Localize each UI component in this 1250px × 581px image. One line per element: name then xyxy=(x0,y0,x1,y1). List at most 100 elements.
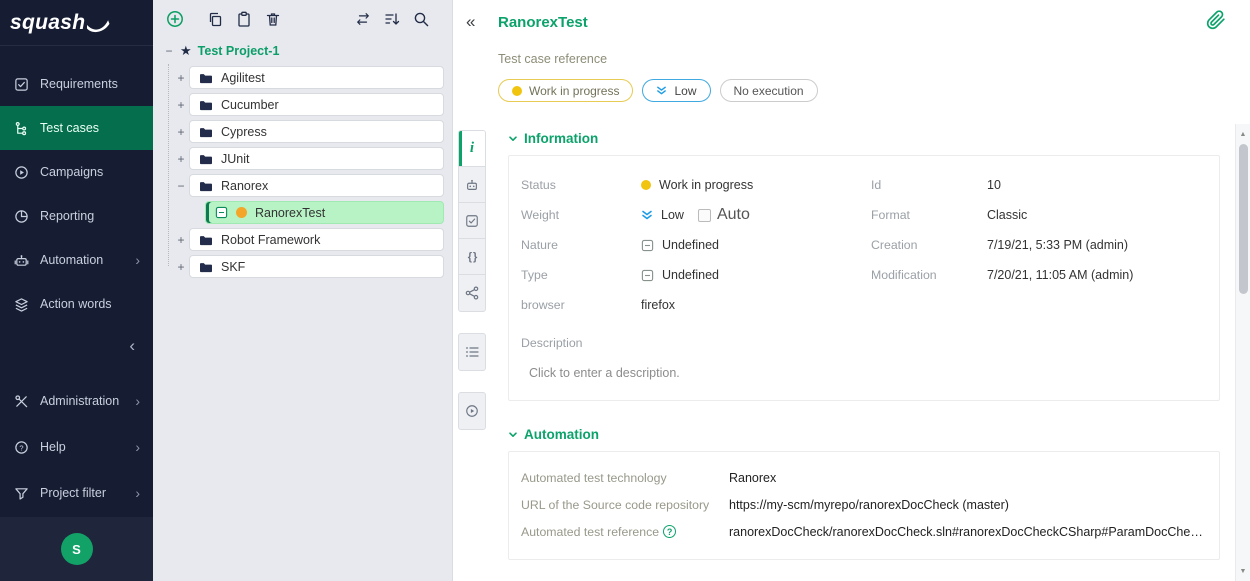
user-avatar[interactable]: S xyxy=(61,533,93,565)
scm-url-value[interactable]: https://my-scm/myrepo/ranorexDocCheck (m… xyxy=(729,498,1009,512)
information-card: Status Work in progress Weight xyxy=(508,155,1220,401)
square-minus-icon xyxy=(641,239,654,252)
folder-icon xyxy=(199,261,213,273)
status-value[interactable]: Work in progress xyxy=(641,178,753,192)
sort-icon[interactable] xyxy=(382,9,402,29)
tree-node-label: RanorexTest xyxy=(255,206,325,220)
tab-verification[interactable] xyxy=(459,203,485,239)
execution-pill[interactable]: No execution xyxy=(720,79,818,102)
sidebar-item-administration[interactable]: Administration › xyxy=(0,378,153,424)
tree-node-junit[interactable]: JUnit xyxy=(189,147,444,170)
swap-arrows-icon[interactable] xyxy=(353,9,373,29)
tree-node-cypress[interactable]: Cypress xyxy=(189,120,444,143)
star-icon: ★ xyxy=(180,43,192,59)
tree-root-project[interactable]: − ★ Test Project-1 xyxy=(153,38,452,64)
delete-icon[interactable] xyxy=(263,9,283,29)
checkbox-icon[interactable] xyxy=(698,209,711,222)
field-modification: Modification 7/20/21, 11:05 AM (admin) xyxy=(871,260,1207,290)
sidebar-item-reporting[interactable]: Reporting xyxy=(0,194,153,238)
sidebar-item-label: Test cases xyxy=(40,121,99,135)
tree-node-ranorextest-selected[interactable]: RanorexTest xyxy=(205,201,444,224)
sidebar-item-project-filter[interactable]: Project filter › xyxy=(0,470,153,516)
field-test-reference: Automated test reference ? ranorexDocChe… xyxy=(521,518,1207,545)
weight-chevrons-icon xyxy=(641,209,653,221)
list-icon xyxy=(465,345,479,359)
help-question-icon[interactable]: ? xyxy=(663,525,676,538)
sidebar-item-campaigns[interactable]: Campaigns xyxy=(0,150,153,194)
anchor-tabstrip: i { } xyxy=(458,130,486,451)
sidebar-item-label: Campaigns xyxy=(40,165,103,179)
vertical-scrollbar[interactable]: ▲ ▼ xyxy=(1235,124,1250,581)
description-editor[interactable]: Click to enter a description. xyxy=(529,366,1207,380)
attachments-paperclip-icon[interactable] xyxy=(1206,9,1226,31)
tab-parameters[interactable]: { } xyxy=(459,239,485,275)
copy-icon[interactable] xyxy=(205,9,225,29)
chevron-right-icon: › xyxy=(135,252,140,268)
scrollbar-thumb[interactable] xyxy=(1239,144,1248,294)
automation-robot-icon xyxy=(13,252,29,268)
browser-value[interactable]: firefox xyxy=(641,298,675,312)
app-logo[interactable]: squash xyxy=(0,0,153,46)
tree-node-label: Cucumber xyxy=(221,98,279,112)
sidebar-item-test-cases[interactable]: Test cases xyxy=(0,106,153,150)
test-case-icon xyxy=(215,206,228,219)
weight-auto-checkbox[interactable]: Auto xyxy=(698,206,750,224)
tab-automation[interactable] xyxy=(459,167,485,203)
automation-card: Automated test technology Ranorex URL of… xyxy=(508,451,1220,560)
expand-icon[interactable]: + xyxy=(173,152,189,166)
tree-node-agilitest[interactable]: Agilitest xyxy=(189,66,444,89)
weight-value[interactable]: Low xyxy=(641,208,684,222)
tree-node-label: Cypress xyxy=(221,125,267,139)
paste-icon[interactable] xyxy=(234,9,254,29)
tab-information[interactable]: i xyxy=(459,131,485,167)
nature-value[interactable]: Undefined xyxy=(641,238,719,252)
sidebar-collapse-button[interactable]: ‹ xyxy=(0,326,153,366)
tab-links[interactable] xyxy=(459,275,485,311)
information-section-header[interactable]: Information xyxy=(508,131,1220,146)
type-value[interactable]: Undefined xyxy=(641,268,719,282)
collapse-expander[interactable]: − xyxy=(161,44,177,58)
sidebar-bottom-group: Administration › ? Help › Project filter… xyxy=(0,378,153,516)
collapse-expander[interactable]: − xyxy=(173,179,189,193)
tab-executions[interactable] xyxy=(459,393,485,429)
tree-node-robot-framework[interactable]: Robot Framework xyxy=(189,228,444,251)
collapse-panel-button[interactable]: « xyxy=(466,12,475,32)
field-creation: Creation 7/19/21, 5:33 PM (admin) xyxy=(871,230,1207,260)
expand-icon[interactable]: + xyxy=(173,233,189,247)
tree-row: + Cypress xyxy=(153,118,452,145)
tree-node-cucumber[interactable]: Cucumber xyxy=(189,93,444,116)
chevron-down-icon xyxy=(508,430,518,440)
sidebar-footer: S xyxy=(0,517,153,581)
expand-icon[interactable]: + xyxy=(173,71,189,85)
add-icon[interactable] xyxy=(165,9,185,29)
tree-node-skf[interactable]: SKF xyxy=(189,255,444,278)
status-pill[interactable]: Work in progress xyxy=(498,79,633,102)
expand-icon[interactable]: + xyxy=(173,98,189,112)
automation-section-header[interactable]: Automation xyxy=(508,427,1220,442)
robot-icon xyxy=(465,178,479,192)
test-technology-value[interactable]: Ranorex xyxy=(729,471,776,485)
search-icon[interactable] xyxy=(411,9,431,29)
expand-icon[interactable]: + xyxy=(173,125,189,139)
detail-sections: Information Status Work in progress xyxy=(508,131,1220,560)
tab-steps[interactable] xyxy=(459,334,485,370)
tree-node-label: SKF xyxy=(221,260,245,274)
sidebar-item-help[interactable]: ? Help › xyxy=(0,424,153,470)
format-value: Classic xyxy=(987,208,1027,222)
field-label: Format xyxy=(871,208,987,222)
sidebar-item-action-words[interactable]: Action words xyxy=(0,282,153,326)
field-browser: browser firefox xyxy=(521,290,871,320)
tree-node-ranorex[interactable]: Ranorex xyxy=(189,174,444,197)
page-subtitle: Test case reference xyxy=(498,52,607,66)
scroll-up-arrow[interactable]: ▲ xyxy=(1236,127,1250,141)
test-reference-value[interactable]: ranorexDocCheck/ranorexDocCheck.sln#rano… xyxy=(729,525,1207,539)
sidebar-item-label: Automation xyxy=(40,253,103,267)
tree-node-label: Ranorex xyxy=(221,179,268,193)
weight-pill[interactable]: Low xyxy=(642,79,710,102)
expand-icon[interactable]: + xyxy=(173,260,189,274)
id-value: 10 xyxy=(987,178,1001,192)
tree-node-label: Agilitest xyxy=(221,71,265,85)
scroll-down-arrow[interactable]: ▼ xyxy=(1236,564,1250,578)
sidebar-item-requirements[interactable]: Requirements xyxy=(0,62,153,106)
sidebar-item-automation[interactable]: Automation › xyxy=(0,238,153,282)
